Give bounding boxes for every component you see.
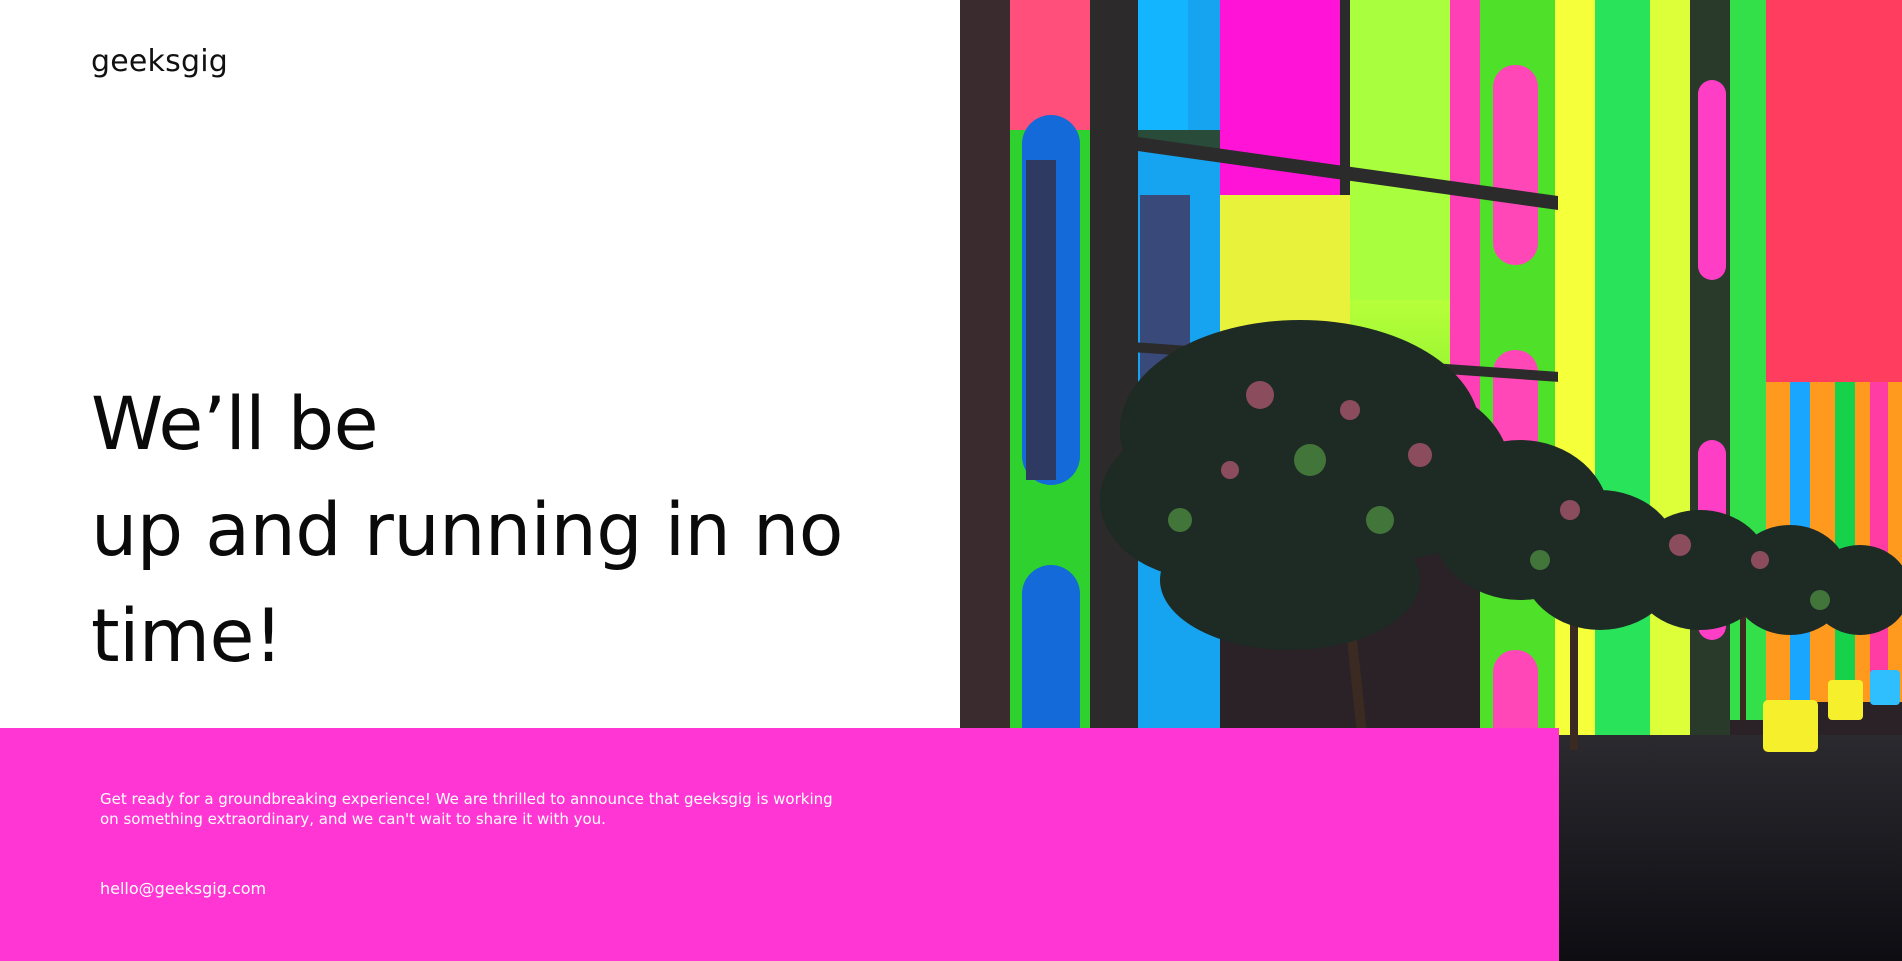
brand-logo[interactable]: geeksgig [91, 44, 228, 79]
headline-line-1: We’ll be [91, 382, 379, 467]
hero-headline: We’ll be up and running in no time! [91, 372, 951, 690]
info-panel: Get ready for a groundbreaking experienc… [0, 728, 1559, 961]
contact-email-link[interactable]: hello@geeksgig.com [100, 879, 266, 898]
headline-line-2: up and running in no [91, 488, 843, 573]
headline-line-3: time! [91, 594, 283, 679]
coming-soon-page: geeksgig We’ll be up and running in no t… [0, 0, 1902, 961]
announcement-text: Get ready for a groundbreaking experienc… [100, 790, 833, 828]
decorative-red-block [1766, 0, 1902, 382]
